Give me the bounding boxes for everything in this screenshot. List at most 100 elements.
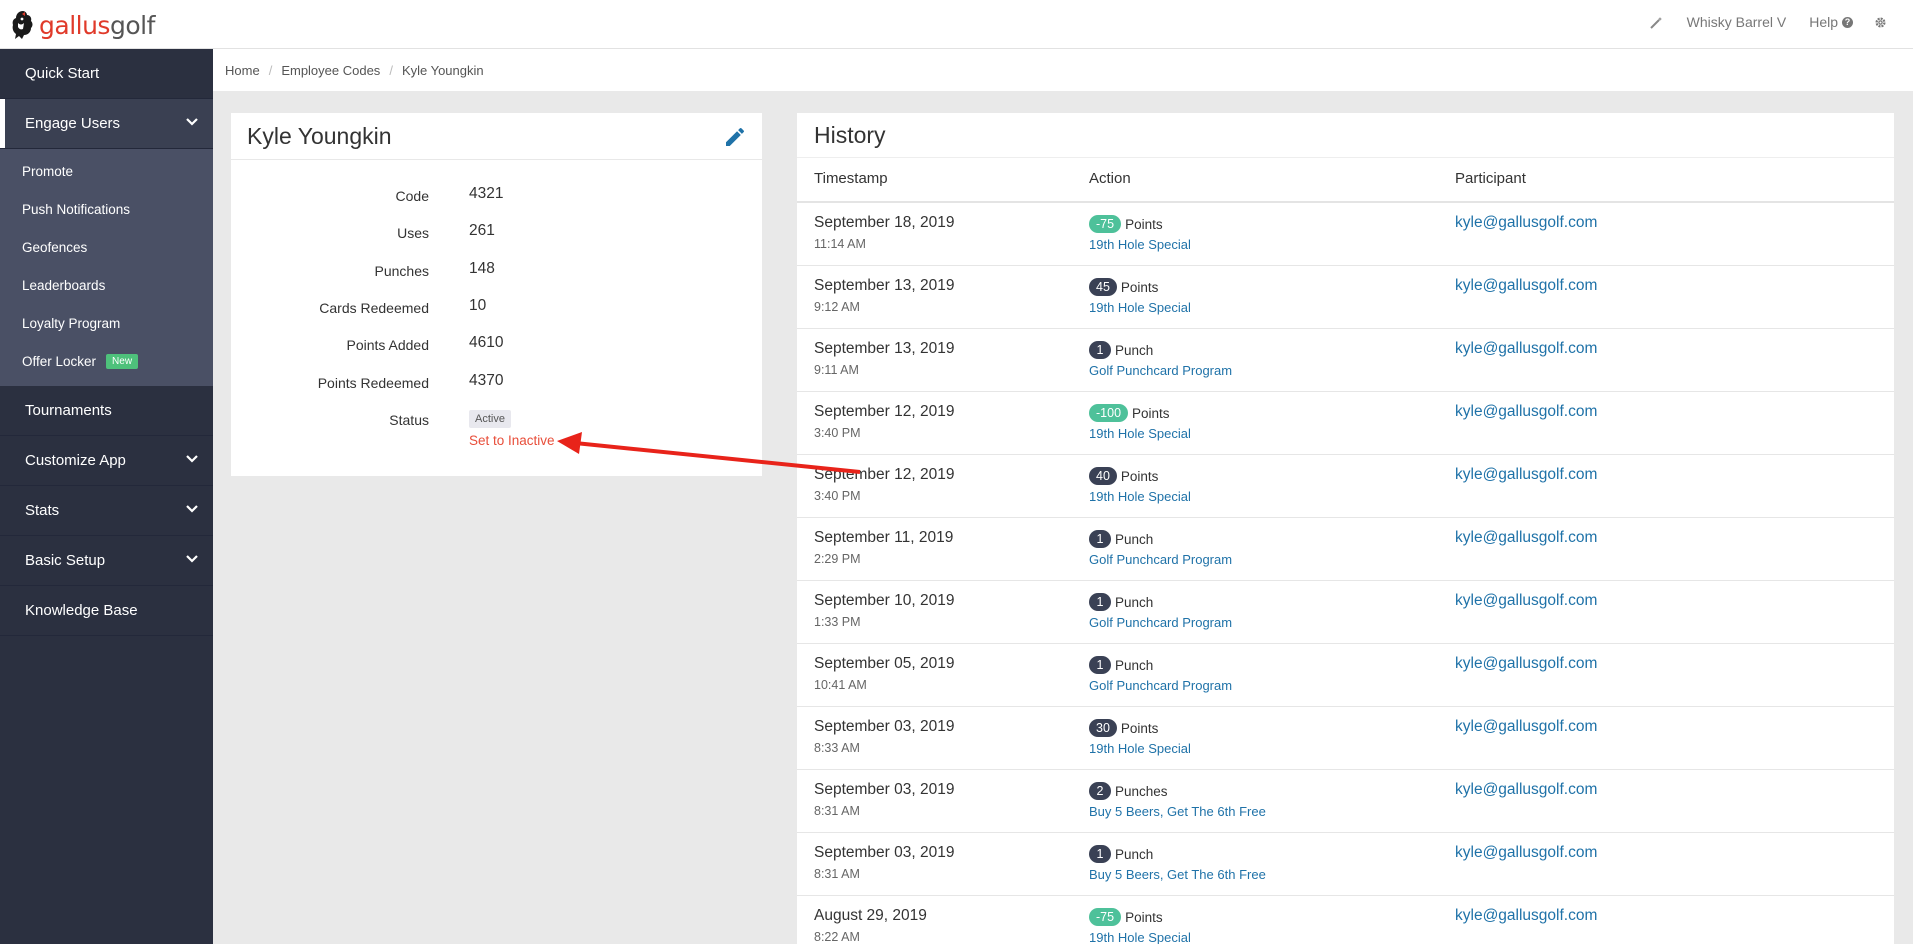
sidebar-item-engage-users[interactable]: Engage Users bbox=[0, 99, 213, 149]
field-label: Points Added bbox=[346, 337, 429, 353]
program-link[interactable]: 19th Hole Special bbox=[1089, 237, 1191, 252]
breadcrumb-home[interactable]: Home bbox=[225, 63, 260, 78]
history-table-header: Timestamp Action Participant bbox=[797, 158, 1894, 203]
row-date: September 03, 2019 bbox=[814, 718, 955, 735]
program-link[interactable]: 19th Hole Special bbox=[1089, 426, 1191, 441]
action-unit: Punch bbox=[1115, 657, 1154, 673]
row-date: September 12, 2019 bbox=[814, 403, 955, 420]
org-switcher[interactable]: Whisky Barrel V bbox=[1687, 14, 1787, 30]
program-link[interactable]: Golf Punchcard Program bbox=[1089, 552, 1232, 567]
participant-email-link[interactable]: kyle@gallusgolf.com bbox=[1455, 781, 1597, 799]
table-row: September 12, 2019 3:40 PM 40 Points 19th Ho… bbox=[797, 455, 1894, 518]
chevron-down-icon bbox=[186, 505, 198, 513]
sidebar-item-label: Customize App bbox=[25, 452, 126, 469]
sidebar-item-label: Offer Locker bbox=[22, 353, 97, 369]
program-link[interactable]: Buy 5 Beers, Get The 6th Free bbox=[1089, 804, 1266, 819]
amount-badge: -100 bbox=[1089, 404, 1129, 422]
amount-badge: 2 bbox=[1089, 782, 1111, 800]
program-link[interactable]: Golf Punchcard Program bbox=[1089, 363, 1232, 378]
participant-email-link[interactable]: kyle@gallusgolf.com bbox=[1455, 592, 1597, 610]
row-action: 1 Punch bbox=[1089, 530, 1153, 548]
participant-email-link[interactable]: kyle@gallusgolf.com bbox=[1455, 466, 1597, 484]
row-action: 1 Punch bbox=[1089, 341, 1153, 359]
field-value: 4370 bbox=[469, 372, 504, 389]
sidebar-item-knowledge-base[interactable]: Knowledge Base bbox=[0, 586, 213, 636]
program-link[interactable]: Golf Punchcard Program bbox=[1089, 678, 1232, 693]
row-action: 40 Points bbox=[1089, 467, 1158, 485]
row-action: 2 Punches bbox=[1089, 782, 1168, 800]
sidebar-item-tournaments[interactable]: Tournaments bbox=[0, 386, 213, 436]
program-link[interactable]: 19th Hole Special bbox=[1089, 930, 1191, 944]
sidebar-item-label: Loyalty Program bbox=[22, 315, 121, 331]
breadcrumb-separator: / bbox=[389, 62, 393, 78]
program-link[interactable]: 19th Hole Special bbox=[1089, 489, 1191, 504]
table-row: September 13, 2019 9:12 AM 45 Points 19th Ho… bbox=[797, 266, 1894, 329]
action-unit: Points bbox=[1125, 909, 1163, 925]
field-label: Uses bbox=[397, 225, 429, 241]
magic-wand-icon[interactable] bbox=[1649, 16, 1663, 29]
sidebar-item-loyalty-program[interactable]: Loyalty Program bbox=[0, 304, 213, 342]
action-unit: Punch bbox=[1115, 531, 1154, 547]
participant-email-link[interactable]: kyle@gallusgolf.com bbox=[1455, 907, 1597, 925]
participant-email-link[interactable]: kyle@gallusgolf.com bbox=[1455, 214, 1597, 232]
participant-email-link[interactable]: kyle@gallusgolf.com bbox=[1455, 403, 1597, 421]
participant-email-link[interactable]: kyle@gallusgolf.com bbox=[1455, 277, 1597, 295]
table-row: August 29, 2019 8:22 AM -75 Points 19th Hole… bbox=[797, 896, 1894, 944]
participant-email-link[interactable]: kyle@gallusgolf.com bbox=[1455, 844, 1597, 862]
action-unit: Points bbox=[1120, 468, 1159, 484]
participant-email-link[interactable]: kyle@gallusgolf.com bbox=[1455, 655, 1597, 673]
sidebar-item-quick-start[interactable]: Quick Start bbox=[0, 49, 213, 99]
pencil-icon[interactable] bbox=[723, 125, 747, 149]
program-link[interactable]: 19th Hole Special bbox=[1089, 741, 1191, 756]
column-header-participant: Participant bbox=[1455, 170, 1526, 187]
participant-email-link[interactable]: kyle@gallusgolf.com bbox=[1455, 529, 1597, 547]
set-inactive-link[interactable]: Set to Inactive bbox=[469, 433, 555, 448]
rooster-logo-icon bbox=[12, 11, 33, 39]
program-link[interactable]: Golf Punchcard Program bbox=[1089, 615, 1232, 630]
column-header-action: Action bbox=[1089, 170, 1131, 187]
logo[interactable]: gallusgolf bbox=[10, 8, 155, 42]
field-label: Points Redeemed bbox=[317, 375, 429, 391]
sidebar-item-leaderboards[interactable]: Leaderboards bbox=[0, 266, 213, 304]
history-table-body: September 18, 2019 11:14 AM -75 Points 19th … bbox=[797, 203, 1894, 944]
amount-badge: -75 bbox=[1089, 215, 1122, 233]
field-value: 261 bbox=[469, 222, 495, 239]
column-header-timestamp: Timestamp bbox=[814, 170, 888, 187]
help-menu[interactable]: Help ? bbox=[1809, 14, 1853, 30]
row-time: 8:33 AM bbox=[814, 741, 860, 755]
sidebar-item-offer-locker[interactable]: Offer Locker New bbox=[0, 342, 213, 380]
gear-icon[interactable] bbox=[1874, 16, 1887, 29]
table-row: September 11, 2019 2:29 PM 1 Punch Golf Punc… bbox=[797, 518, 1894, 581]
sidebar-item-label: Basic Setup bbox=[25, 552, 106, 569]
program-link[interactable]: 19th Hole Special bbox=[1089, 300, 1191, 315]
amount-badge: 45 bbox=[1089, 278, 1117, 296]
table-row: September 05, 2019 10:41 AM 1 Punch Golf Pun… bbox=[797, 644, 1894, 707]
sidebar-item-geofences[interactable]: Geofences bbox=[0, 228, 213, 266]
table-row: September 03, 2019 8:33 AM 30 Points 19th Ho… bbox=[797, 707, 1894, 770]
page-title: Kyle Youngkin bbox=[247, 122, 392, 149]
breadcrumb-employee-codes[interactable]: Employee Codes bbox=[281, 63, 380, 78]
row-date: September 05, 2019 bbox=[814, 655, 955, 672]
chevron-down-icon bbox=[186, 555, 198, 563]
field-label: Status bbox=[389, 412, 429, 428]
sidebar-item-promote[interactable]: Promote bbox=[0, 152, 213, 190]
action-unit: Punches bbox=[1115, 783, 1168, 799]
program-link[interactable]: Buy 5 Beers, Get The 6th Free bbox=[1089, 867, 1266, 882]
participant-email-link[interactable]: kyle@gallusgolf.com bbox=[1455, 340, 1597, 358]
field-label: Punches bbox=[374, 263, 429, 279]
field-value: 4321 bbox=[469, 185, 504, 202]
participant-email-link[interactable]: kyle@gallusgolf.com bbox=[1455, 718, 1597, 736]
row-time: 8:22 AM bbox=[814, 930, 860, 944]
sidebar-item-customize-app[interactable]: Customize App bbox=[0, 436, 213, 486]
sidebar-item-basic-setup[interactable]: Basic Setup bbox=[0, 536, 213, 586]
action-unit: Punch bbox=[1115, 846, 1154, 862]
chevron-down-icon bbox=[186, 118, 198, 126]
sidebar-item-stats[interactable]: Stats bbox=[0, 486, 213, 536]
sidebar-item-label: Engage Users bbox=[25, 115, 121, 132]
sidebar-item-push-notifications[interactable]: Push Notifications bbox=[0, 190, 213, 228]
sidebar-item-label: Push Notifications bbox=[22, 201, 131, 217]
sidebar-item-label: Tournaments bbox=[25, 402, 112, 419]
table-row: September 03, 2019 8:31 AM 1 Punch Buy 5 Bee… bbox=[797, 833, 1894, 896]
action-unit: Points bbox=[1132, 405, 1170, 421]
sidebar-item-label: Geofences bbox=[22, 239, 88, 255]
